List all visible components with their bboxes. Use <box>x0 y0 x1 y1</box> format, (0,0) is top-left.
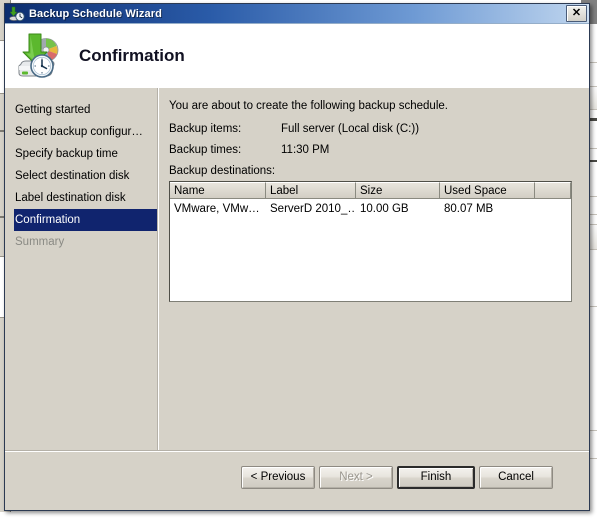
cell-used-space: 80.07 MB <box>444 202 494 215</box>
footer-button-row: < Previous Next > Finish Cancel <box>241 466 553 489</box>
cancel-button[interactable]: Cancel <box>479 466 553 489</box>
backup-disk-clock-icon <box>13 30 65 82</box>
backup-times-row: Backup times: 11:30 PM <box>169 144 589 156</box>
wizard-steps-sidebar: Getting started Select backup configur… … <box>5 88 158 451</box>
cell-size: 10.00 GB <box>360 202 409 215</box>
backup-items-value: Full server (Local disk (C:)) <box>281 123 420 135</box>
column-header-used-space[interactable]: Used Space <box>440 182 535 198</box>
backup-times-value: 11:30 PM <box>281 144 330 156</box>
table-header-row: Name Label Size Used Space <box>170 182 571 199</box>
previous-button[interactable]: < Previous <box>241 466 315 489</box>
cell-name: VMware, VMw… <box>174 202 260 215</box>
wizard-header: Confirmation <box>5 24 589 88</box>
backup-destinations-table[interactable]: Name Label Size Used Space VMware, VMw… … <box>169 181 572 302</box>
footer-divider <box>5 450 589 451</box>
confirmation-content: You are about to create the following ba… <box>158 88 589 451</box>
column-header-size[interactable]: Size <box>356 182 440 198</box>
sidebar-item-specify-backup-time[interactable]: Specify backup time <box>5 143 157 165</box>
backup-times-label: Backup times: <box>169 144 242 156</box>
next-button: Next > <box>319 466 393 489</box>
sidebar-item-select-backup-configuration[interactable]: Select backup configur… <box>5 121 157 143</box>
window-title: Backup Schedule Wizard <box>29 7 162 20</box>
intro-text: You are about to create the following ba… <box>169 100 448 112</box>
backup-items-row: Backup items: Full server (Local disk (C… <box>169 123 589 135</box>
finish-button[interactable]: Finish <box>397 466 475 489</box>
sidebar-item-select-destination-disk[interactable]: Select destination disk <box>5 165 157 187</box>
cell-label: ServerD 2010_… <box>270 202 356 215</box>
sidebar-item-confirmation[interactable]: Confirmation <box>14 209 157 231</box>
backup-schedule-wizard-dialog: Backup Schedule Wizard ✕ Confirmation Ge… <box>4 3 590 511</box>
backup-items-label: Backup items: <box>169 123 242 135</box>
title-bar: Backup Schedule Wizard ✕ <box>5 4 589 24</box>
column-header-label[interactable]: Label <box>266 182 356 198</box>
backup-destinations-label: Backup destinations: <box>169 165 276 177</box>
sidebar-item-label-destination-disk[interactable]: Label destination disk <box>5 187 157 209</box>
column-header-extra[interactable] <box>535 182 571 198</box>
sidebar-item-getting-started[interactable]: Getting started <box>5 99 157 121</box>
sidebar-item-summary: Summary <box>15 236 65 248</box>
column-header-name[interactable]: Name <box>170 182 266 198</box>
page-title: Confirmation <box>79 45 185 65</box>
wizard-footer: < Previous Next > Finish Cancel <box>5 450 589 510</box>
wizard-body: Getting started Select backup configur… … <box>5 88 589 451</box>
table-row[interactable]: VMware, VMw… ServerD 2010_… 10.00 GB 80.… <box>170 199 571 218</box>
backup-schedule-icon <box>9 6 25 22</box>
close-icon[interactable]: ✕ <box>566 5 587 22</box>
